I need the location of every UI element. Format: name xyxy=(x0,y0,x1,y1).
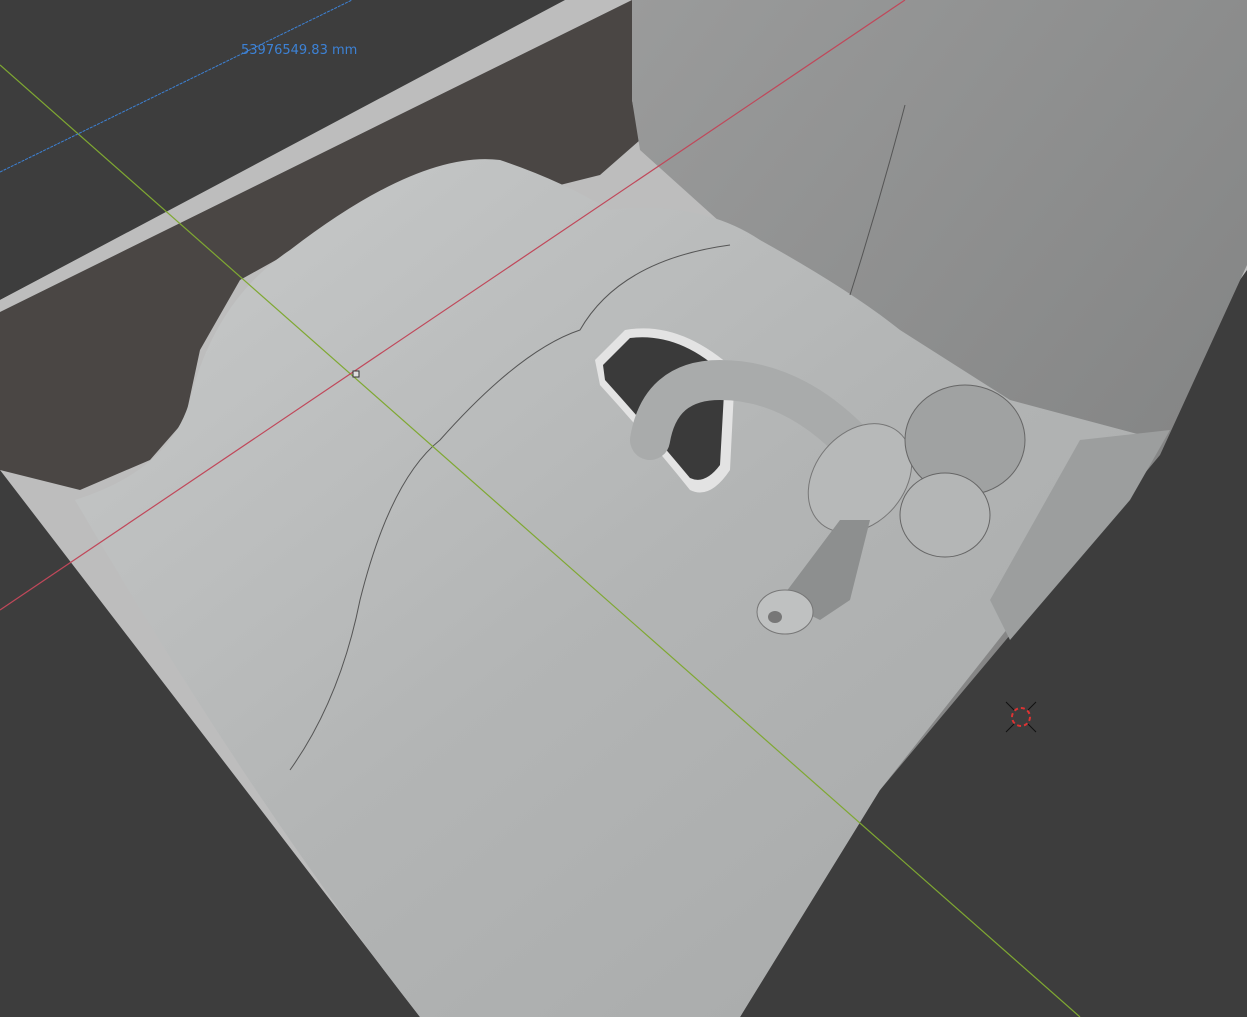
boss-hole xyxy=(768,611,782,623)
mount-disc-lower xyxy=(899,472,991,558)
measure-endpoint[interactable] xyxy=(352,370,360,378)
3d-viewport[interactable]: 53976549.83 mm xyxy=(0,0,1247,1017)
bracket-boss xyxy=(756,589,814,635)
3d-cursor-icon[interactable] xyxy=(1005,701,1037,733)
measurement-label: 53976549.83 mm xyxy=(241,43,358,58)
scene-canvas[interactable] xyxy=(0,0,1247,1017)
